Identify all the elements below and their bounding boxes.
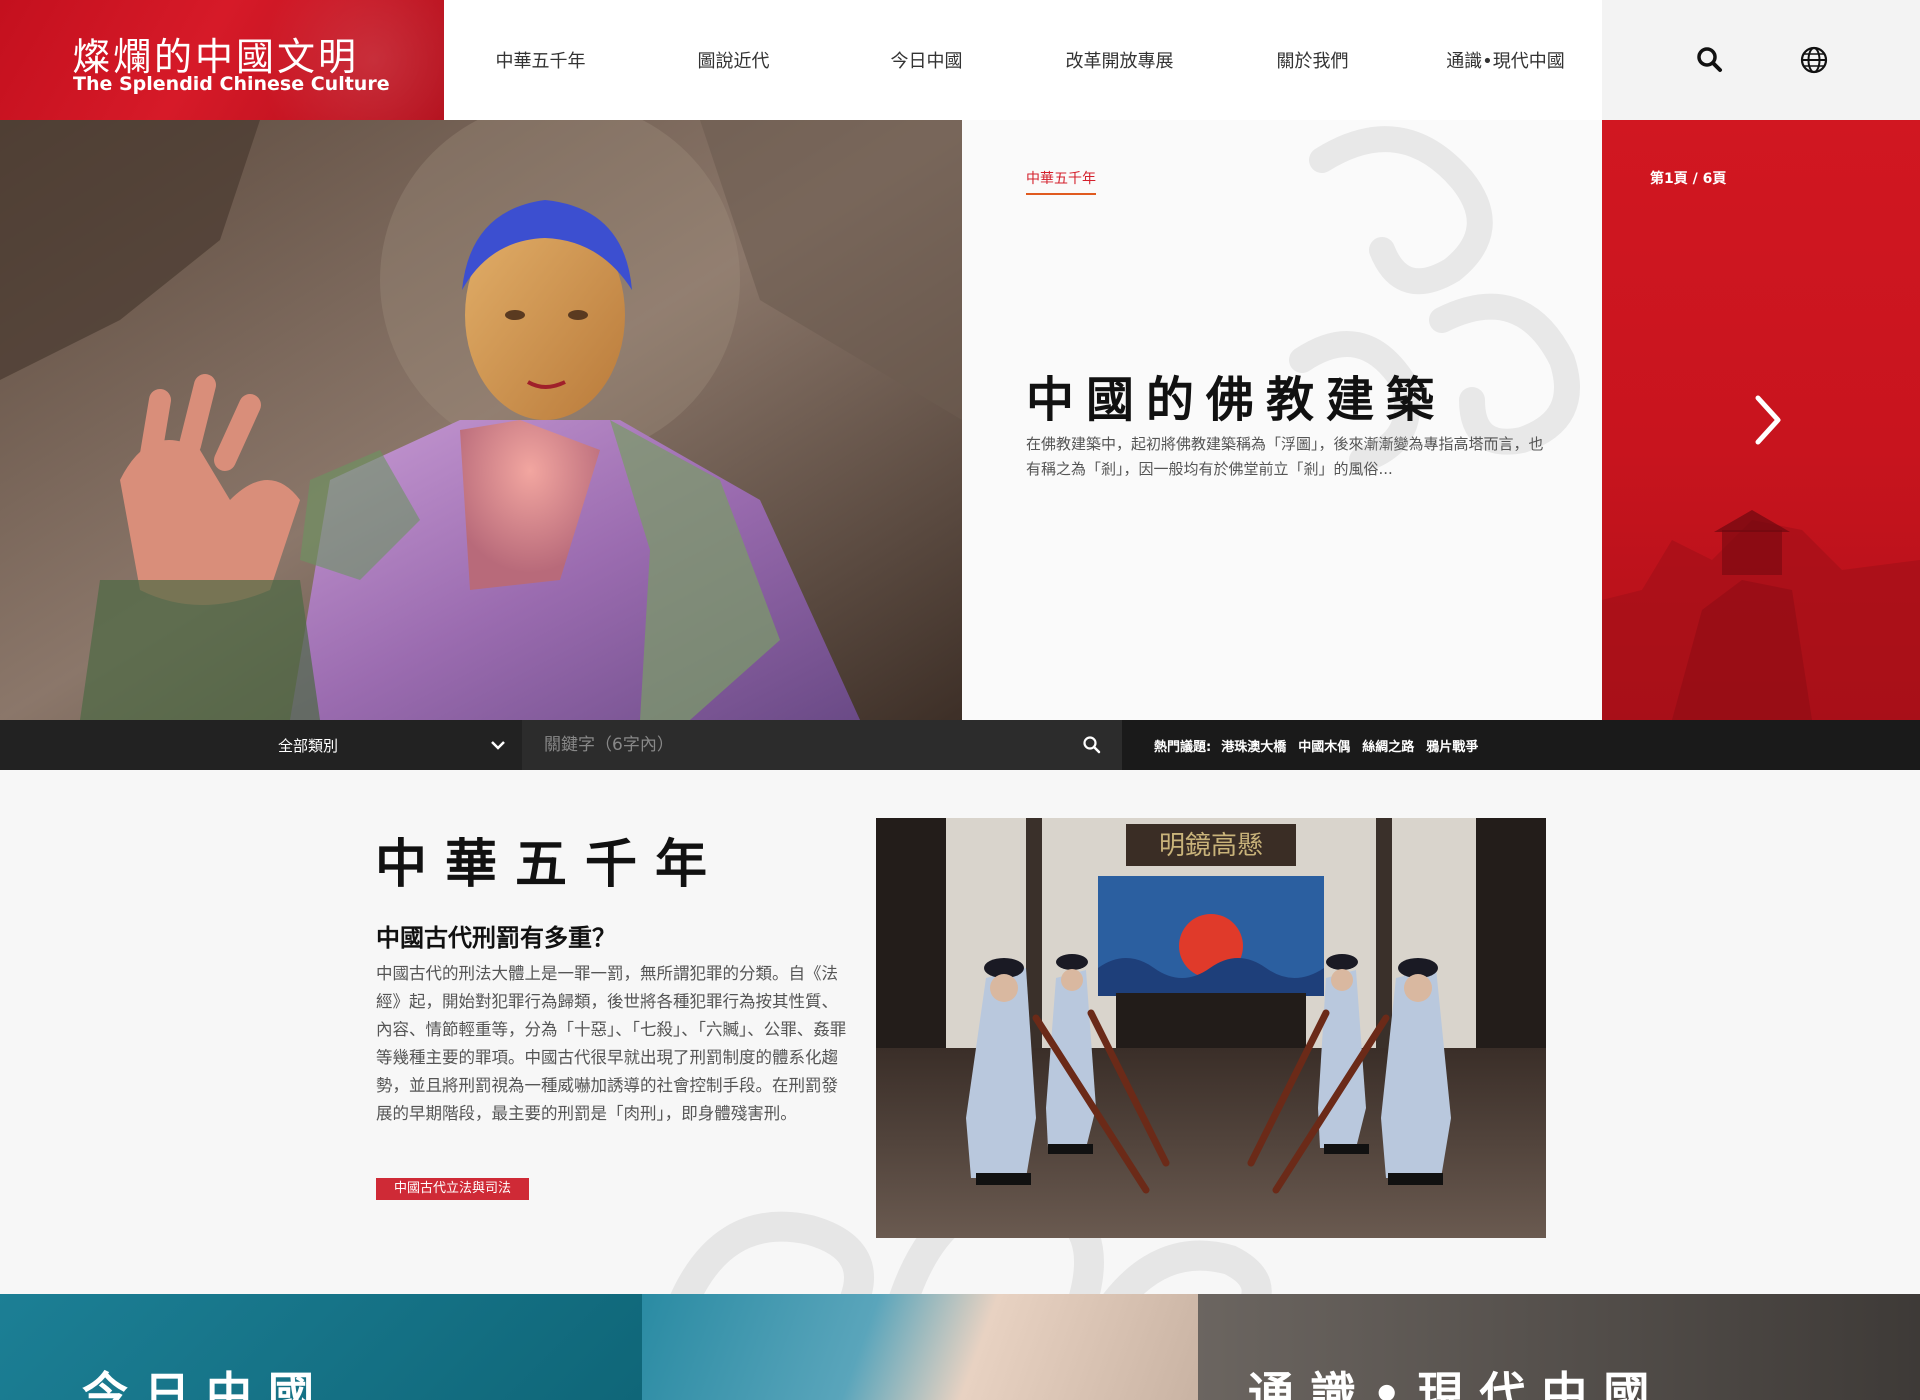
chevron-down-icon[interactable] — [490, 738, 506, 752]
feature-section: 中華五千年 中國古代刑罰有多重？ 中國古代的刑法大體上是一罪一罰，無所謂犯罪的分… — [0, 770, 1920, 1294]
chevron-right-icon[interactable] — [1746, 392, 1790, 448]
great-wall-image — [1602, 510, 1920, 720]
site-header: 燦爛的中國文明 The Splendid Chinese Culture 中華五… — [0, 0, 1920, 120]
main-nav: 中華五千年 圖說近代 今日中國 改革開放專展 關於我們 通識•現代中國 — [444, 0, 1602, 120]
plaque-text: 明鏡高懸 — [1159, 831, 1263, 861]
nav-item-chinese-5000-years[interactable]: 中華五千年 — [444, 47, 637, 73]
china-today-banner[interactable]: 今日中國 — [0, 1294, 642, 1400]
liberal-studies-banner[interactable]: 通識•現代中國 — [1198, 1294, 1920, 1400]
nav-item-reform-exhibition[interactable]: 改革開放專展 — [1023, 47, 1216, 73]
section-title: 中華五千年 — [375, 834, 726, 895]
china-today-title: 今日中國 — [82, 1367, 330, 1400]
article-tag[interactable]: 中國古代立法與司法 — [376, 1178, 530, 1200]
article-image[interactable]: 明鏡高懸 — [876, 818, 1546, 1238]
search-icon[interactable] — [1082, 735, 1102, 755]
search-bar: 全部類別 熱門議題: 港珠澳大橋 中國木偶 絲綢之路 鴉片戰爭 — [0, 720, 1920, 770]
category-select-label: 全部類別 — [278, 737, 339, 755]
hero-category-link[interactable]: 中華五千年 — [1026, 168, 1096, 195]
globe-icon[interactable] — [1796, 42, 1832, 78]
hero-next-panel[interactable]: 第1頁 / 6頁 — [1602, 120, 1920, 720]
article-title[interactable]: 中國古代刑罰有多重？ — [376, 918, 616, 953]
liberal-studies-title: 通識•現代中國 — [1248, 1367, 1666, 1400]
keyword-box — [522, 720, 1122, 770]
hero-text-panel: 中華五千年 中國的佛教建築 在佛教建築中，起初將佛教建築稱為「浮圖」，後來漸漸變… — [962, 120, 1602, 720]
hero-buddha-image[interactable] — [0, 120, 962, 720]
search-icon[interactable] — [1692, 42, 1728, 78]
hot-topic-link[interactable]: 港珠澳大橋 — [1221, 736, 1286, 755]
banner-image — [642, 1294, 1198, 1400]
category-select[interactable]: 全部類別 — [0, 720, 522, 770]
site-logo[interactable]: 燦爛的中國文明 The Splendid Chinese Culture — [0, 0, 444, 120]
header-icon-bar — [1602, 0, 1920, 120]
bottom-banners: 今日中國 通識•現代中國 — [0, 1294, 1920, 1400]
hero-description: 在佛教建築中，起初將佛教建築稱為「浮圖」，後來漸漸變為專指高塔而言，也有稱之為「… — [1026, 435, 1544, 478]
article-body: 中國古代的刑法大體上是一罪一罰，無所謂犯罪的分類。自《法經》起，開始對犯罪行為歸… — [376, 964, 847, 1123]
hot-topics-label: 熱門議題: — [1154, 740, 1212, 755]
nav-item-illustrated-modern[interactable]: 圖說近代 — [637, 47, 830, 73]
logo-title-en: The Splendid Chinese Culture — [73, 73, 390, 95]
hero-carousel: 中華五千年 中國的佛教建築 在佛教建築中，起初將佛教建築稱為「浮圖」，後來漸漸變… — [0, 120, 1920, 720]
nav-item-liberal-studies[interactable]: 通識•現代中國 — [1409, 47, 1602, 73]
page-indicator: 第1頁 / 6頁 — [1650, 171, 1727, 187]
hero-title[interactable]: 中國的佛教建築 — [1026, 360, 1446, 430]
hot-topic-link[interactable]: 中國木偶 — [1298, 736, 1350, 755]
hot-topics: 熱門議題: 港珠澳大橋 中國木偶 絲綢之路 鴉片戰爭 — [1154, 736, 1490, 755]
hot-topic-link[interactable]: 鴉片戰爭 — [1426, 736, 1478, 755]
nav-item-about-us[interactable]: 關於我們 — [1216, 47, 1409, 73]
keyword-input[interactable] — [522, 720, 1062, 770]
hot-topic-link[interactable]: 絲綢之路 — [1362, 736, 1414, 755]
nav-item-china-today[interactable]: 今日中國 — [830, 47, 1023, 73]
